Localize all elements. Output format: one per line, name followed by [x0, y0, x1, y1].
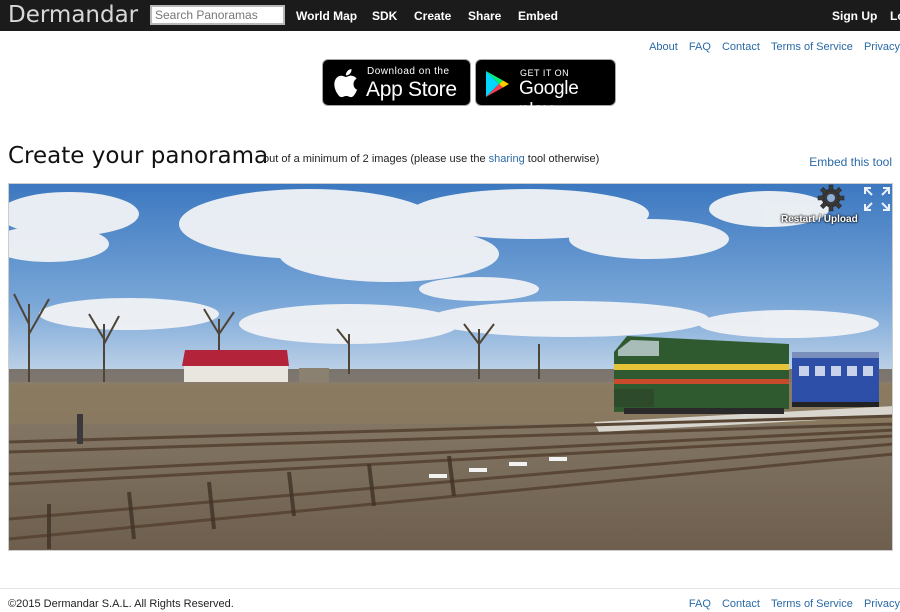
- subtitle-text-after: tool otherwise): [527, 153, 600, 165]
- google-play-big-text: Google play: [519, 78, 579, 121]
- google-play-small-text: GET IT ON: [520, 68, 570, 78]
- search-input[interactable]: [150, 5, 285, 25]
- google-play-icon: [486, 71, 509, 97]
- panorama-viewer[interactable]: Restart / Upload: [8, 183, 893, 551]
- footer-privacy-link[interactable]: Privacy: [864, 598, 900, 610]
- nav-sdk[interactable]: SDK: [372, 9, 397, 23]
- google-play-badge[interactable]: GET IT ON Google play: [475, 59, 616, 121]
- top-links: About FAQ Contact Terms of Service Priva…: [641, 41, 900, 53]
- embed-tool-link[interactable]: Embed this tool: [809, 155, 892, 169]
- app-store-badge[interactable]: Download on the App Store: [322, 59, 471, 106]
- nav-embed[interactable]: Embed: [518, 9, 558, 23]
- nav-create[interactable]: Create: [414, 9, 451, 23]
- settings-gear-icon[interactable]: [817, 184, 845, 212]
- about-link[interactable]: About: [649, 41, 678, 53]
- footer-faq-link[interactable]: FAQ: [689, 598, 711, 610]
- sharing-link[interactable]: sharing: [489, 153, 525, 165]
- footer-divider: [0, 588, 900, 589]
- app-store-small-text: Download on the: [367, 66, 450, 77]
- top-navigation-bar: Dermandar World Map SDK Create Share Emb…: [0, 0, 900, 31]
- fullscreen-icon[interactable]: [862, 185, 892, 213]
- terms-link[interactable]: Terms of Service: [771, 41, 853, 53]
- panorama-image: [9, 184, 892, 550]
- nav-share[interactable]: Share: [468, 9, 501, 23]
- site-logo[interactable]: Dermandar: [8, 2, 138, 28]
- apple-icon: [334, 69, 357, 98]
- footer-terms-link[interactable]: Terms of Service: [771, 598, 853, 610]
- footer-contact-link[interactable]: Contact: [722, 598, 760, 610]
- contact-link[interactable]: Contact: [722, 41, 760, 53]
- sign-up-link[interactable]: Sign Up: [832, 9, 877, 23]
- nav-world-map[interactable]: World Map: [296, 9, 357, 23]
- subtitle-text-before: out of a minimum of 2 images (please use…: [263, 153, 486, 165]
- footer-links: FAQ Contact Terms of Service Privacy: [681, 598, 900, 610]
- privacy-link[interactable]: Privacy: [864, 41, 900, 53]
- page-title: Create your panorama: [8, 143, 269, 169]
- login-link[interactable]: Lo: [890, 9, 900, 23]
- faq-link[interactable]: FAQ: [689, 41, 711, 53]
- page-subtitle: out of a minimum of 2 images (please use…: [263, 153, 599, 165]
- copyright-text: ©2015 Dermandar S.A.L. All Rights Reserv…: [8, 598, 234, 610]
- restart-upload-button[interactable]: Restart / Upload: [781, 214, 858, 225]
- app-store-big-text: App Store: [366, 78, 457, 101]
